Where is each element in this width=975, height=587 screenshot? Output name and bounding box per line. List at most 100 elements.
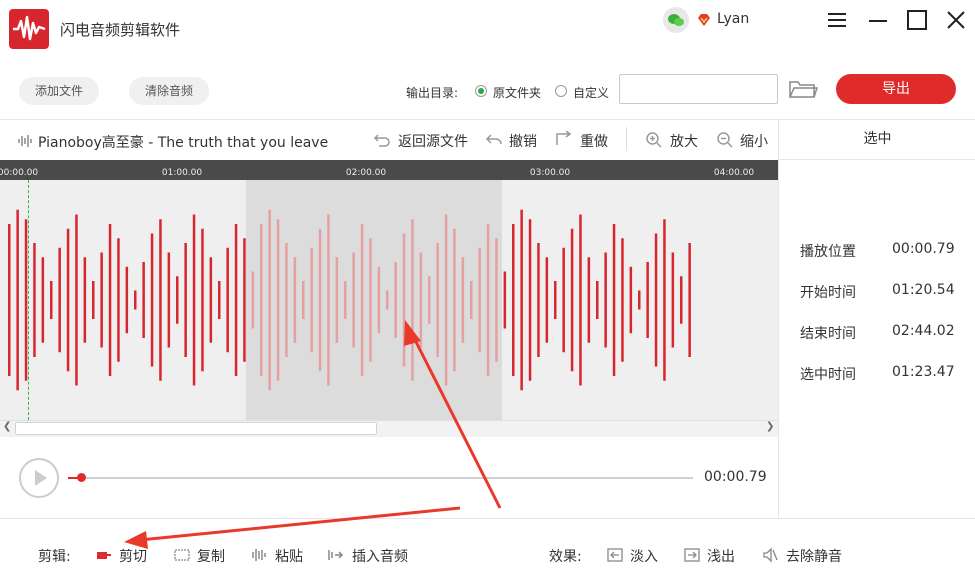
app-logo-icon: [9, 9, 49, 49]
waveform: [8, 209, 691, 391]
remove-silence-icon[interactable]: [762, 547, 778, 563]
app-title: 闪电音频剪辑软件: [60, 21, 181, 39]
fade-in-button[interactable]: 淡入: [630, 546, 658, 566]
zoom-in-button[interactable]: 放大: [670, 131, 698, 151]
playhead-line[interactable]: [28, 180, 29, 420]
insert-audio-icon[interactable]: [327, 547, 344, 563]
export-button[interactable]: 导出: [836, 74, 956, 104]
waveform-bar: [663, 219, 666, 381]
playback-progress-bar[interactable]: [68, 477, 693, 479]
waveform-bar: [629, 266, 633, 334]
username[interactable]: Lyan: [717, 11, 749, 27]
waveform-bar: [671, 252, 675, 348]
copy-button[interactable]: 复制: [197, 546, 225, 566]
waveform-bar: [394, 262, 397, 338]
audio-track-icon: [18, 133, 32, 149]
waveform-bar: [570, 228, 574, 372]
waveform-bar: [537, 243, 540, 357]
waveform-bar: [604, 252, 607, 348]
zoom-in-icon[interactable]: [645, 131, 663, 149]
edit-label: 剪辑:: [38, 549, 71, 565]
waveform-bar: [520, 209, 523, 391]
fade-in-icon[interactable]: [607, 547, 623, 563]
waveform-bar: [360, 224, 364, 376]
scroll-left-icon[interactable]: ❮: [3, 421, 11, 432]
source-folder-label: 原文件夹: [493, 86, 542, 100]
waveform-bar: [117, 238, 120, 362]
zoom-out-button[interactable]: 缩小: [740, 131, 768, 151]
waveform-bar: [621, 238, 624, 362]
scroll-thumb[interactable]: [15, 422, 377, 435]
waveform-bar: [100, 252, 103, 348]
waveform-bar: [562, 247, 565, 353]
waveform-bar: [688, 243, 691, 357]
cut-icon[interactable]: [96, 547, 112, 563]
waveform-bar: [419, 252, 423, 348]
fade-out-icon[interactable]: [684, 547, 700, 563]
title-bar: 闪电音频剪辑软件 Lyan: [0, 0, 975, 58]
output-dir-label: 输出目录:: [406, 86, 459, 100]
track-name: Pianoboy高至豪 - The truth that you leave: [38, 135, 329, 151]
tick-label: 03:00.00: [529, 168, 571, 178]
waveform-bar: [587, 257, 591, 343]
playback-knob[interactable]: [76, 473, 86, 482]
fade-out-button[interactable]: 浅出: [707, 546, 735, 566]
waveform-bar: [24, 219, 28, 381]
waveform-bar: [495, 238, 498, 362]
tick-label: 00:00.00: [0, 168, 39, 178]
output-path-input[interactable]: [619, 74, 778, 104]
close-icon[interactable]: [944, 8, 968, 32]
minimize-icon[interactable]: [866, 8, 890, 32]
add-file-button[interactable]: 添加文件: [19, 77, 99, 105]
redo-icon[interactable]: [555, 130, 573, 149]
tick-label: 04:00.00: [713, 168, 755, 178]
paste-icon[interactable]: [251, 547, 267, 563]
play-button[interactable]: [19, 458, 59, 498]
clear-audio-button[interactable]: 清除音频: [129, 77, 209, 105]
waveform-bar: [41, 257, 45, 343]
toolbar-divider: [626, 127, 627, 151]
maximize-icon[interactable]: [905, 8, 929, 32]
waveform-bar: [512, 224, 515, 376]
timeline-ruler[interactable]: [0, 160, 778, 180]
waveform-bar: [554, 281, 557, 319]
waveform-bar: [310, 247, 313, 353]
zoom-out-icon[interactable]: [716, 131, 734, 149]
waveform-bar: [243, 238, 246, 362]
paste-button[interactable]: 粘贴: [275, 546, 303, 566]
folder-icon[interactable]: [788, 78, 819, 100]
waveform-bar: [428, 276, 431, 324]
waveform-bar: [167, 252, 171, 348]
waveform-bar: [302, 281, 305, 319]
wechat-icon[interactable]: [663, 7, 689, 33]
scroll-right-icon[interactable]: ❯: [766, 421, 774, 432]
end-time-label: 结束时间: [800, 326, 856, 342]
undo-button[interactable]: 撤销: [509, 131, 537, 151]
back-to-source-icon[interactable]: [373, 131, 391, 149]
copy-icon[interactable]: [174, 547, 190, 563]
menu-icon[interactable]: [825, 8, 849, 32]
waveform-bar: [470, 281, 473, 319]
end-time-value: 02:44.02: [892, 323, 955, 339]
selected-duration-value: 01:23.47: [892, 364, 955, 380]
waveform-bar: [444, 214, 448, 386]
waveform-bar: [293, 257, 297, 343]
source-folder-radio[interactable]: [475, 85, 487, 97]
waveform-bar: [386, 290, 389, 310]
cut-button[interactable]: 剪切: [119, 546, 147, 566]
waveform-bar: [50, 281, 53, 319]
insert-audio-button[interactable]: 插入音频: [352, 546, 408, 566]
waveform-bar: [285, 243, 288, 357]
waveform-bar: [260, 224, 263, 376]
waveform-bar: [134, 290, 137, 310]
back-to-source-button[interactable]: 返回源文件: [398, 131, 468, 151]
undo-icon[interactable]: [485, 131, 503, 149]
remove-silence-button[interactable]: 去除静音: [786, 546, 842, 566]
waveform-bar: [528, 219, 532, 381]
waveform-bar: [344, 281, 347, 319]
waveform-bar: [402, 233, 406, 367]
waveform-bar: [83, 257, 87, 343]
redo-button[interactable]: 重做: [580, 131, 608, 151]
waveform-bar: [486, 224, 490, 376]
custom-folder-radio[interactable]: [555, 85, 567, 97]
